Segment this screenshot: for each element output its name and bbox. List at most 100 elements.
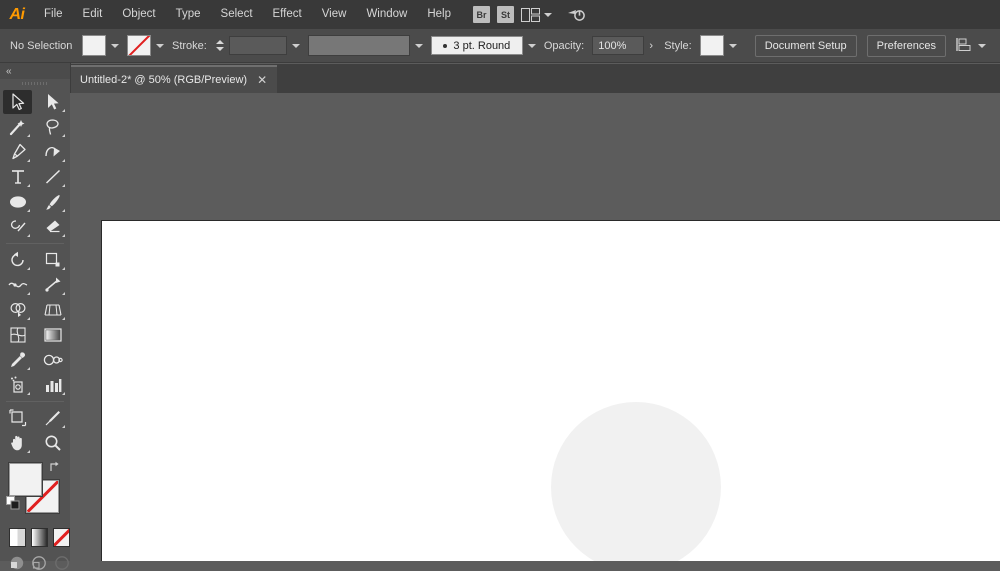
tool-flyout-indicator-icon (27, 209, 30, 212)
screen-mode-normal-icon[interactable] (9, 554, 25, 571)
tools-divider-1 (6, 243, 64, 244)
brush-definition-label: 3 pt. Round (453, 39, 511, 52)
ellipse-tool[interactable] (3, 190, 32, 214)
perspective-grid-tool[interactable] (38, 298, 67, 322)
color-mode-buttons (0, 522, 70, 547)
menu-edit[interactable]: Edit (73, 0, 113, 29)
tool-flyout-indicator-icon (27, 292, 30, 295)
tool-flyout-indicator-icon (62, 292, 65, 295)
canvas-area[interactable] (70, 93, 1000, 561)
stroke-weight-input[interactable] (228, 36, 287, 55)
hand-tool[interactable] (3, 431, 32, 455)
tool-flyout-indicator-icon (62, 209, 65, 212)
type-tool[interactable] (3, 165, 32, 189)
arrange-documents-button[interactable] (521, 7, 552, 22)
color-button[interactable] (9, 528, 26, 547)
tool-flyout-indicator-icon (62, 109, 65, 112)
tool-flyout-indicator-icon (27, 234, 30, 237)
preferences-button[interactable]: Preferences (866, 34, 946, 57)
mesh-tool[interactable] (3, 323, 32, 347)
menu-bar: Ai File Edit Object Type Select Effect V… (0, 0, 1000, 29)
menu-file[interactable]: File (34, 0, 73, 29)
collapse-panel-icon[interactable]: « (6, 66, 11, 77)
tool-flyout-indicator-icon (62, 267, 65, 270)
line-segment-tool[interactable] (38, 165, 67, 189)
column-graph-tool[interactable] (38, 373, 67, 397)
fill-color-indicator[interactable] (9, 463, 42, 496)
stroke-color-swatch[interactable] (127, 35, 151, 56)
lasso-tool[interactable] (38, 115, 67, 139)
gradient-button[interactable] (31, 528, 48, 547)
blend-tool[interactable] (38, 348, 67, 372)
align-objects-button[interactable] (956, 37, 986, 55)
brush-preview-dot-icon (443, 43, 448, 48)
menu-type[interactable]: Type (166, 0, 211, 29)
opacity-input[interactable]: 100% (592, 36, 645, 55)
width-tool[interactable] (3, 273, 32, 297)
brush-definition-select[interactable]: 3 pt. Round (430, 36, 523, 55)
shaper-tool[interactable] (3, 215, 32, 239)
style-chevron-down-icon[interactable] (726, 36, 740, 55)
tool-flyout-indicator-icon (27, 184, 30, 187)
stroke-weight-chevron-down-icon[interactable] (289, 36, 303, 55)
tools-panel: « (0, 63, 71, 570)
fill-stroke-controls (0, 460, 70, 522)
fill-dropdown-chevron-down-icon[interactable] (108, 36, 122, 55)
menu-select[interactable]: Select (211, 0, 263, 29)
opacity-expander-button[interactable]: › (644, 36, 658, 55)
rotate-tool[interactable] (3, 248, 32, 272)
symbol-sprayer-tool[interactable] (3, 373, 32, 397)
tool-flyout-indicator-icon (27, 267, 30, 270)
chevron-down-icon (544, 12, 552, 17)
menu-window[interactable]: Window (356, 0, 417, 29)
stock-icon[interactable]: St (497, 6, 514, 23)
pen-tool[interactable] (3, 140, 32, 164)
paintbrush-tool[interactable] (38, 190, 67, 214)
fill-color-swatch[interactable] (82, 35, 106, 56)
document-setup-button[interactable]: Document Setup (754, 34, 857, 57)
swap-fill-stroke-icon[interactable] (48, 460, 62, 474)
stroke-weight-stepper[interactable] (215, 36, 226, 56)
menu-view[interactable]: View (312, 0, 357, 29)
screen-mode-full-menubar-icon[interactable] (31, 554, 47, 571)
default-fill-stroke-icon[interactable] (6, 496, 21, 511)
magic-wand-tool[interactable] (3, 115, 32, 139)
stroke-profile-select[interactable] (307, 35, 410, 56)
tool-flyout-indicator-icon (27, 392, 30, 395)
zoom-tool[interactable] (38, 431, 67, 455)
brush-definition-chevron-down-icon[interactable] (525, 36, 539, 55)
close-icon[interactable]: ✕ (257, 74, 267, 86)
menu-object[interactable]: Object (112, 0, 165, 29)
tool-flyout-indicator-icon (62, 317, 65, 320)
stroke-dropdown-chevron-down-icon[interactable] (153, 36, 167, 55)
scale-tool[interactable] (38, 248, 67, 272)
none-button[interactable] (53, 528, 70, 547)
curvature-tool[interactable] (38, 140, 67, 164)
align-objects-icon (956, 37, 974, 55)
document-tab-title: Untitled-2* @ 50% (RGB/Preview) (80, 74, 248, 86)
gradient-tool[interactable] (38, 323, 67, 347)
tool-flyout-indicator-icon (62, 159, 65, 162)
cloud-sync-icon[interactable] (565, 7, 587, 23)
artboard-tool[interactable] (3, 406, 32, 430)
stroke-profile-chevron-down-icon[interactable] (412, 36, 426, 55)
selection-tool[interactable] (3, 90, 32, 114)
graphic-style-swatch[interactable] (699, 35, 724, 56)
direct-selection-tool[interactable] (38, 90, 67, 114)
free-transform-tool[interactable] (38, 273, 67, 297)
tool-flyout-indicator-icon (27, 159, 30, 162)
slice-tool[interactable] (38, 406, 67, 430)
tool-flyout-indicator-icon (27, 317, 30, 320)
bridge-icon[interactable]: Br (473, 6, 490, 23)
menu-effect[interactable]: Effect (263, 0, 312, 29)
app-logo-icon: Ai (9, 5, 26, 23)
screen-mode-full-icon[interactable] (54, 554, 70, 571)
document-tab[interactable]: Untitled-2* @ 50% (RGB/Preview) ✕ (70, 65, 278, 93)
shape-builder-tool[interactable] (3, 298, 32, 322)
menu-help[interactable]: Help (417, 0, 461, 29)
artboard[interactable] (101, 220, 1000, 561)
tools-panel-drag-handle[interactable] (0, 79, 70, 88)
ellipse-shape[interactable] (551, 402, 721, 561)
eyedropper-tool[interactable] (3, 348, 32, 372)
eraser-tool[interactable] (38, 215, 67, 239)
